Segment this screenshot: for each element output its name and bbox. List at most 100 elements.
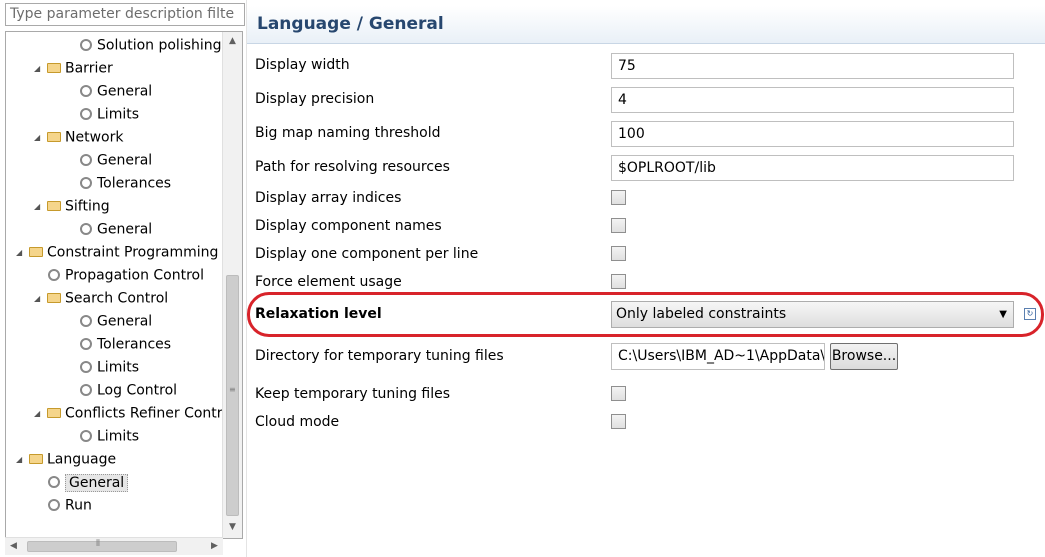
tree-item[interactable]: General: [66, 218, 152, 241]
gear-icon: [78, 425, 94, 448]
tree-item-label: Barrier: [65, 60, 113, 77]
gear-icon: [78, 103, 94, 126]
scroll-down-arrow-icon[interactable]: ▼: [223, 519, 242, 536]
grip-icon: ≡: [229, 385, 236, 394]
tree-item-label: Constraint Programming: [47, 244, 219, 261]
tree-item[interactable]: ◢ Network: [34, 126, 123, 149]
keep-temp-checkbox[interactable]: [611, 386, 626, 401]
tree-vertical-scrollbar[interactable]: ▲ ≡ ▼: [222, 32, 242, 538]
parameter-tree: Solution polishing ◢ Barrier General Limits ◢…: [5, 31, 243, 539]
tree-item[interactable]: General: [66, 80, 152, 103]
big-map-threshold-field[interactable]: 100: [611, 121, 1014, 147]
scroll-left-arrow-icon[interactable]: ◀: [5, 538, 22, 555]
tree-item[interactable]: Limits: [66, 103, 139, 126]
tree-item[interactable]: Limits: [66, 356, 139, 379]
gear-icon: [78, 149, 94, 172]
folder-icon: [28, 241, 44, 264]
tree-item-label: Tolerances: [97, 336, 172, 353]
gear-icon: [78, 80, 94, 103]
temp-dir-field[interactable]: C:\Users\IBM_AD~1\AppData\l: [611, 343, 825, 370]
scroll-right-arrow-icon[interactable]: ▶: [206, 538, 223, 555]
folder-icon: [46, 402, 62, 425]
display-one-component-label: Display one component per line: [255, 246, 479, 262]
force-element-usage-checkbox[interactable]: [611, 274, 626, 289]
display-array-indices-checkbox[interactable]: [611, 190, 626, 205]
gear-icon: [78, 218, 94, 241]
display-component-names-checkbox[interactable]: [611, 218, 626, 233]
parameter-tree-panel: Type parameter description filte Solutio…: [0, 0, 247, 557]
tree-item[interactable]: General: [66, 310, 152, 333]
gear-icon: [78, 333, 94, 356]
gear-icon: [78, 379, 94, 402]
tree-item-label: Limits: [97, 359, 139, 376]
tree-item-label: Network: [65, 129, 124, 146]
path-resources-field[interactable]: $OPLROOT/lib: [611, 155, 1014, 181]
cloud-mode-label: Cloud mode: [255, 414, 340, 430]
tree-item[interactable]: Tolerances: [66, 172, 171, 195]
tree-item-label: Solution polishing: [97, 37, 222, 54]
expand-arrow-icon[interactable]: ◢: [34, 57, 46, 80]
tree-item[interactable]: General: [66, 149, 152, 172]
filter-input[interactable]: Type parameter description filte: [5, 3, 245, 26]
grip-icon: ⦀: [96, 539, 100, 549]
tree-item[interactable]: ◢ Constraint Programming: [16, 241, 218, 264]
tree-item-label: Limits: [97, 106, 139, 123]
keep-temp-label: Keep temporary tuning files: [255, 386, 451, 402]
path-resources-label: Path for resolving resources: [255, 159, 450, 175]
gear-icon: [78, 310, 94, 333]
browse-button[interactable]: Browse...: [830, 343, 898, 370]
tree-item-label: Language: [47, 451, 117, 468]
relaxation-level-label: Relaxation level: [255, 306, 382, 322]
cloud-mode-checkbox[interactable]: [611, 414, 626, 429]
tree-item[interactable]: Run: [34, 494, 92, 517]
tree-item[interactable]: Log Control: [66, 379, 177, 402]
scroll-up-arrow-icon[interactable]: ▲: [223, 33, 242, 50]
display-one-component-checkbox[interactable]: [611, 246, 626, 261]
display-precision-field[interactable]: 4: [611, 87, 1014, 113]
tree-horizontal-scrollbar[interactable]: ◀ ⦀ ▶: [5, 537, 223, 555]
tree-item[interactable]: Solution polishing: [66, 34, 222, 57]
relaxation-level-value: Only labeled constraints: [616, 306, 787, 322]
tree-item-label: Log Control: [97, 382, 178, 399]
tree-item-label: General: [97, 83, 153, 100]
gear-icon: [46, 264, 62, 287]
tree-item-label: General: [65, 473, 129, 492]
reset-default-icon[interactable]: ↻: [1024, 308, 1036, 320]
tree-item[interactable]: ◢ Language: [16, 448, 116, 471]
folder-icon: [28, 448, 44, 471]
tree-item-label: General: [97, 152, 153, 169]
gear-icon: [46, 471, 62, 494]
tree-item[interactable]: General: [34, 471, 129, 494]
gear-icon: [78, 34, 94, 57]
tree-item-label: Conflicts Refiner Contro: [65, 405, 231, 422]
display-width-field[interactable]: 75: [611, 53, 1014, 79]
relaxation-level-select[interactable]: Only labeled constraints ▼: [611, 301, 1014, 328]
scroll-thumb[interactable]: ≡: [226, 275, 239, 516]
gear-icon: [46, 494, 62, 517]
tree-item[interactable]: Tolerances: [66, 333, 171, 356]
expand-arrow-icon[interactable]: ◢: [16, 241, 28, 264]
settings-panel: Language / General Display width 75 Disp…: [247, 0, 1045, 557]
gear-icon: [78, 356, 94, 379]
hscroll-thumb[interactable]: ⦀: [27, 539, 177, 552]
tree-item[interactable]: Propagation Control: [34, 264, 204, 287]
display-component-names-label: Display component names: [255, 218, 442, 234]
expand-arrow-icon[interactable]: ◢: [34, 195, 46, 218]
tree-item[interactable]: ◢ Sifting: [34, 195, 110, 218]
tree-item-label: Propagation Control: [65, 267, 205, 284]
tree-item[interactable]: Limits: [66, 425, 139, 448]
folder-icon: [46, 57, 62, 80]
tree-item-label: Run: [65, 497, 92, 514]
tree-item[interactable]: ◢ Barrier: [34, 57, 113, 80]
tree-item[interactable]: ◢ Search Control: [34, 287, 168, 310]
display-width-label: Display width: [255, 57, 350, 73]
temp-dir-label: Directory for temporary tuning files: [255, 348, 504, 364]
expand-arrow-icon[interactable]: ◢: [34, 126, 46, 149]
expand-arrow-icon[interactable]: ◢: [34, 287, 46, 310]
expand-arrow-icon[interactable]: ◢: [34, 402, 46, 425]
tree-item-label: Sifting: [65, 198, 110, 215]
tree-item-label: Tolerances: [97, 175, 172, 192]
tree-item[interactable]: ◢ Conflicts Refiner Contro: [34, 402, 231, 425]
section-header: Language / General: [247, 6, 1045, 44]
expand-arrow-icon[interactable]: ◢: [16, 448, 28, 471]
